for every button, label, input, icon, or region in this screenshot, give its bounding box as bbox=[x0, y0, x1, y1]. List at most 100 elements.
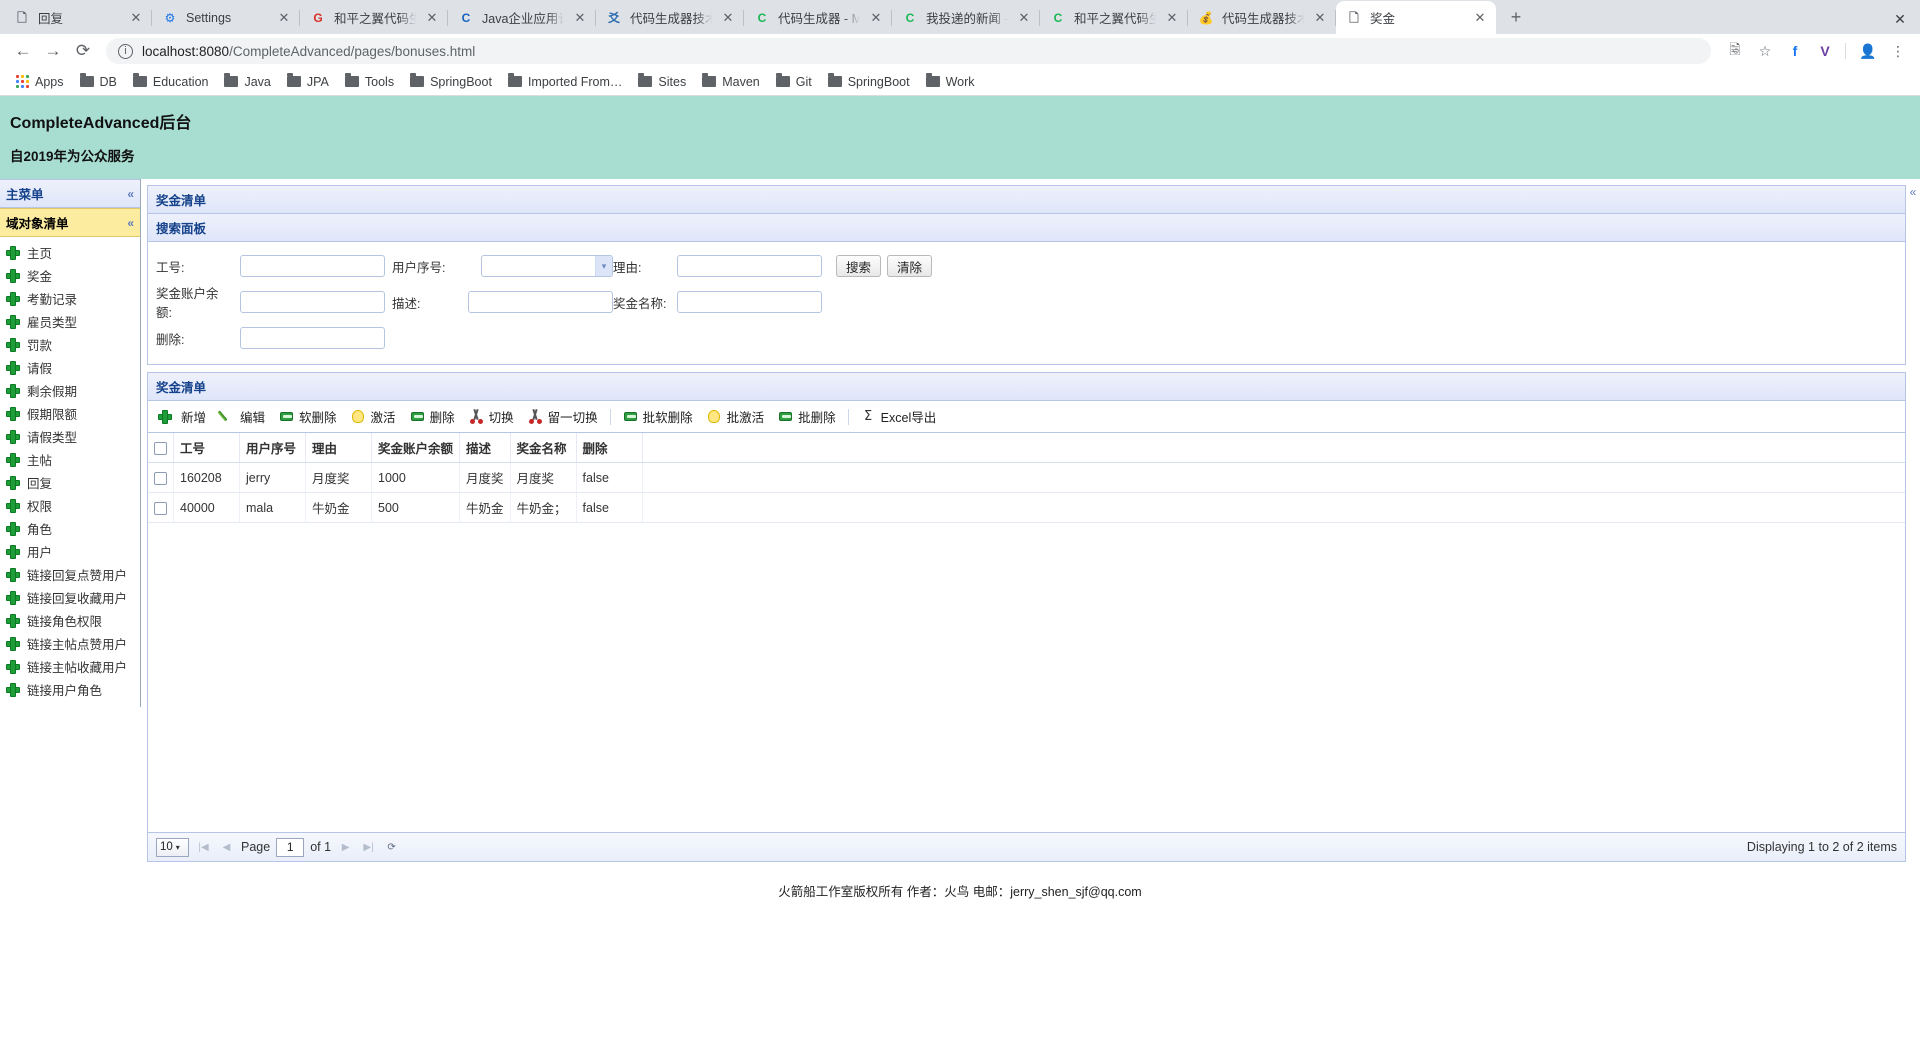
grid-action-批软删除[interactable]: 批软删除 bbox=[616, 405, 700, 428]
reload-button[interactable]: ⟳ bbox=[68, 36, 98, 66]
sidebar-item-8[interactable]: 请假类型 bbox=[0, 425, 140, 448]
browser-tab[interactable]: 🗋 奖金 ✕ bbox=[1336, 1, 1496, 34]
refresh-icon[interactable]: ⟳ bbox=[383, 839, 400, 856]
column-header-3[interactable]: 奖金账户余额 bbox=[371, 433, 461, 463]
translate-icon[interactable]: 🗟 bbox=[1721, 37, 1749, 65]
sidebar-item-2[interactable]: 考勤记录 bbox=[0, 287, 140, 310]
column-header-5[interactable]: 奖金名称 bbox=[510, 433, 577, 463]
column-header-4[interactable]: 描述 bbox=[459, 433, 511, 463]
tab-close-icon[interactable]: ✕ bbox=[422, 8, 442, 28]
browser-tab[interactable]: C 代码生成器 - MS… ✕ bbox=[744, 1, 892, 34]
v-extension-icon[interactable]: V bbox=[1811, 37, 1839, 65]
browser-tab[interactable]: G 和平之翼代码生成 ✕ bbox=[300, 1, 448, 34]
chevron-down-icon[interactable]: ▾ bbox=[595, 256, 612, 276]
bookmark-item[interactable]: Work bbox=[918, 71, 983, 93]
grid-action-新增[interactable]: 新增 bbox=[154, 405, 213, 428]
select-all-checkbox[interactable] bbox=[154, 441, 167, 455]
sidebar-item-1[interactable]: 奖金 bbox=[0, 264, 140, 287]
clear-button[interactable]: 清除 bbox=[887, 255, 933, 277]
search-field-input[interactable] bbox=[240, 327, 385, 349]
search-field-input[interactable] bbox=[677, 291, 822, 313]
forward-button[interactable]: → bbox=[38, 36, 68, 66]
bookmark-item[interactable]: Git bbox=[768, 71, 820, 93]
next-page-button[interactable]: ▶ bbox=[337, 839, 354, 856]
sidebar-item-12[interactable]: 角色 bbox=[0, 517, 140, 540]
page-size-select[interactable]: 10 ▾ bbox=[156, 837, 189, 857]
search-button[interactable]: 搜索 bbox=[836, 255, 882, 277]
browser-tab[interactable]: C 我投递的新闻 - M ✕ bbox=[892, 1, 1040, 34]
bookmark-item[interactable]: Maven bbox=[694, 71, 768, 93]
search-panel-header[interactable]: 搜索面板 bbox=[147, 214, 1906, 242]
search-field-input[interactable] bbox=[240, 291, 385, 313]
chevron-collapse-right-icon[interactable]: « bbox=[1910, 185, 1917, 199]
browser-tab[interactable]: C Java企业应用论坛 ✕ bbox=[448, 1, 596, 34]
search-field-input[interactable] bbox=[677, 255, 822, 277]
tab-close-icon[interactable]: ✕ bbox=[126, 8, 146, 28]
sidebar-item-18[interactable]: 链接主帖收藏用户 bbox=[0, 655, 140, 678]
tab-close-icon[interactable]: ✕ bbox=[570, 8, 590, 28]
page-number-input[interactable] bbox=[276, 837, 305, 857]
sidebar-item-11[interactable]: 权限 bbox=[0, 494, 140, 517]
sidebar-item-19[interactable]: 链接用户角色 bbox=[0, 678, 140, 701]
sidebar-item-5[interactable]: 请假 bbox=[0, 356, 140, 379]
right-collapse-rail[interactable]: « bbox=[1906, 179, 1920, 199]
column-header-6[interactable]: 删除 bbox=[576, 433, 643, 463]
grid-action-编辑[interactable]: 编辑 bbox=[213, 405, 272, 428]
sidebar-item-4[interactable]: 罚款 bbox=[0, 333, 140, 356]
bookmark-item[interactable]: Education bbox=[125, 71, 217, 93]
grid-action-Excel导出[interactable]: Σ Excel导出 bbox=[854, 405, 944, 428]
bookmark-item[interactable]: SpringBoot bbox=[820, 71, 918, 93]
tab-close-icon[interactable]: ✕ bbox=[1162, 8, 1182, 28]
bookmark-item[interactable]: JPA bbox=[279, 71, 337, 93]
table-row[interactable]: 40000 mala 牛奶金 500 牛奶金 牛奶金； false bbox=[148, 492, 1905, 523]
sidebar-item-13[interactable]: 用户 bbox=[0, 540, 140, 563]
bookmark-item[interactable]: Imported From… bbox=[500, 71, 630, 93]
bookmark-item[interactable]: DB bbox=[72, 71, 125, 93]
sidebar-item-10[interactable]: 回复 bbox=[0, 471, 140, 494]
tab-close-icon[interactable]: ✕ bbox=[718, 8, 738, 28]
bookmark-item[interactable]: Tools bbox=[337, 71, 402, 93]
select-all-header[interactable] bbox=[148, 433, 174, 463]
new-tab-button[interactable]: + bbox=[1502, 3, 1530, 31]
browser-tab[interactable]: 💰 代码生成器技术舌 ✕ bbox=[1188, 1, 1336, 34]
search-field-select[interactable]: ▾ bbox=[481, 255, 613, 277]
chevron-collapse-icon[interactable]: « bbox=[127, 187, 134, 201]
row-checkbox[interactable] bbox=[154, 501, 167, 515]
tab-close-icon[interactable]: ✕ bbox=[866, 8, 886, 28]
tab-close-icon[interactable]: ✕ bbox=[1014, 8, 1034, 28]
chevron-expand-icon[interactable]: « bbox=[127, 216, 134, 230]
prev-page-button[interactable]: ◀ bbox=[218, 839, 235, 856]
row-select-cell[interactable] bbox=[148, 462, 174, 493]
profile-icon[interactable]: 👤 bbox=[1854, 37, 1882, 65]
back-button[interactable]: ← bbox=[8, 36, 38, 66]
search-field-input[interactable] bbox=[468, 291, 613, 313]
sidebar-item-17[interactable]: 链接主帖点赞用户 bbox=[0, 632, 140, 655]
sidebar-item-0[interactable]: 主页 bbox=[0, 241, 140, 264]
browser-tab[interactable]: 🗋 回复 ✕ bbox=[4, 1, 152, 34]
table-row[interactable]: 160208 jerry 月度奖 1000 月度奖 月度奖 false bbox=[148, 462, 1905, 493]
sidebar-main-menu-header[interactable]: 主菜单 « bbox=[0, 179, 140, 208]
sidebar-item-7[interactable]: 假期限额 bbox=[0, 402, 140, 425]
row-checkbox[interactable] bbox=[154, 471, 167, 485]
browser-tab[interactable]: C 和平之翼代码生成 ✕ bbox=[1040, 1, 1188, 34]
sidebar-item-14[interactable]: 链接回复点赞用户 bbox=[0, 563, 140, 586]
site-info-icon[interactable]: i bbox=[118, 43, 133, 59]
chrome-menu-icon[interactable]: ⋮ bbox=[1884, 37, 1912, 65]
address-bar[interactable]: i localhost:8080/CompleteAdvanced/pages/… bbox=[106, 38, 1711, 64]
tab-close-icon[interactable]: ✕ bbox=[1470, 8, 1490, 28]
browser-tab[interactable]: 爻代码生成器技术占 ✕ bbox=[596, 1, 744, 34]
grid-action-批删除[interactable]: 批删除 bbox=[771, 405, 843, 428]
grid-action-切换[interactable]: 切换 bbox=[462, 405, 521, 428]
sidebar-item-15[interactable]: 链接回复收藏用户 bbox=[0, 586, 140, 609]
last-page-button[interactable]: ▶| bbox=[360, 839, 377, 856]
column-header-2[interactable]: 理由 bbox=[305, 433, 372, 463]
tab-close-icon[interactable]: ✕ bbox=[274, 8, 294, 28]
sidebar-item-6[interactable]: 剩余假期 bbox=[0, 379, 140, 402]
window-close-button[interactable]: ✕ bbox=[1880, 4, 1920, 34]
grid-action-删除[interactable]: 删除 bbox=[403, 405, 462, 428]
sidebar-section-header[interactable]: 域对象清单 « bbox=[0, 208, 140, 237]
bookmark-item[interactable]: Sites bbox=[630, 71, 694, 93]
browser-tab[interactable]: ⚙ Settings ✕ bbox=[152, 1, 300, 34]
bookmark-item[interactable]: Java bbox=[216, 71, 278, 93]
bookmark-item[interactable]: SpringBoot bbox=[402, 71, 500, 93]
